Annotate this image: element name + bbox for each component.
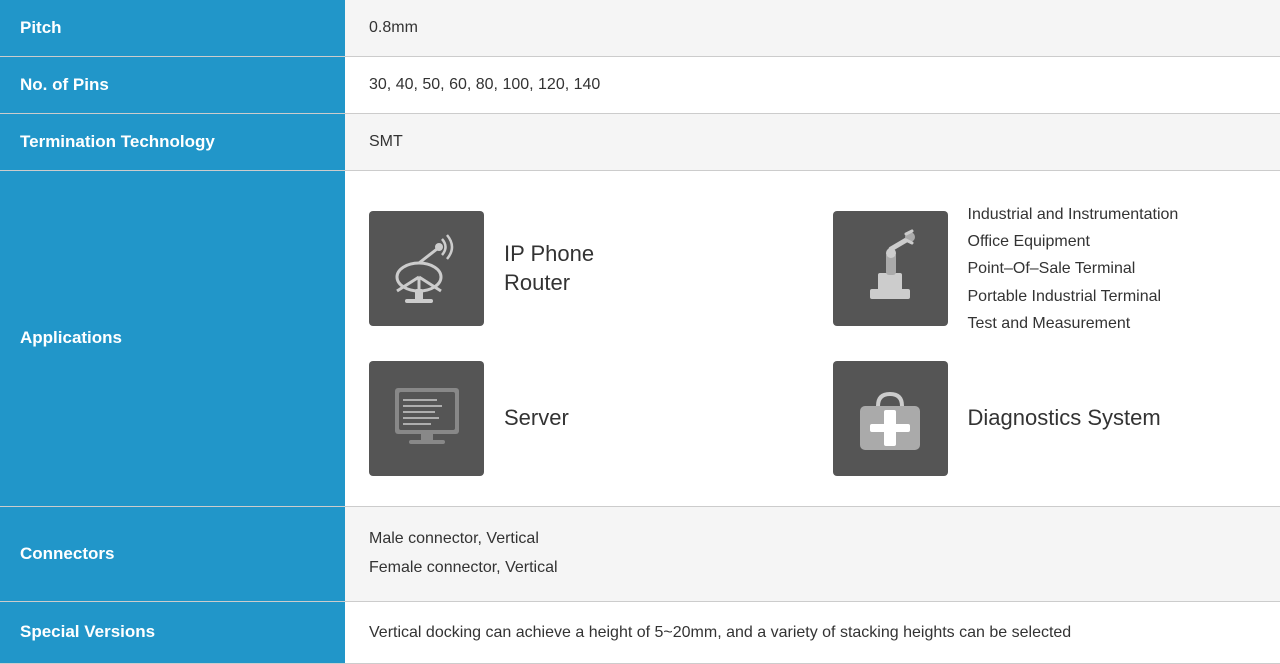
diagnostics-label: Diagnostics System bbox=[968, 404, 1161, 433]
connector-line-1: Male connector, Vertical bbox=[369, 525, 1256, 554]
server-icon bbox=[369, 361, 484, 476]
termination-technology-label: Termination Technology bbox=[0, 114, 345, 171]
ip-phone-label: IP PhoneRouter bbox=[504, 240, 594, 297]
special-versions-text: Vertical docking can achieve a height of… bbox=[369, 620, 1256, 646]
industrial-label: Industrial and Instrumentation Office Eq… bbox=[968, 201, 1179, 337]
connector-line-2: Female connector, Vertical bbox=[369, 554, 1256, 583]
applications-content: IP PhoneRouter bbox=[345, 171, 1280, 507]
no-of-pins-label: No. of Pins bbox=[0, 57, 345, 114]
server-label: Server bbox=[504, 404, 569, 433]
pitch-label: Pitch bbox=[0, 0, 345, 57]
special-versions-label: Special Versions bbox=[0, 601, 345, 664]
pitch-value: 0.8mm bbox=[345, 0, 1280, 57]
app-item-server: Server bbox=[369, 361, 793, 476]
connectors-label: Connectors bbox=[0, 506, 345, 601]
app-item-diagnostics: Diagnostics System bbox=[833, 361, 1257, 476]
apps-grid: IP PhoneRouter bbox=[369, 201, 1256, 476]
no-of-pins-value: 30, 40, 50, 60, 80, 100, 120, 140 bbox=[345, 57, 1280, 114]
satellite-icon bbox=[369, 211, 484, 326]
app-item-ip-phone: IP PhoneRouter bbox=[369, 201, 793, 337]
termination-technology-value: SMT bbox=[345, 114, 1280, 171]
applications-label: Applications bbox=[0, 171, 345, 507]
diagnostics-icon bbox=[833, 361, 948, 476]
app-item-industrial: Industrial and Instrumentation Office Eq… bbox=[833, 201, 1257, 337]
connectors-value: Male connector, Vertical Female connecto… bbox=[345, 506, 1280, 601]
special-versions-value: Vertical docking can achieve a height of… bbox=[345, 601, 1280, 664]
industrial-icon bbox=[833, 211, 948, 326]
